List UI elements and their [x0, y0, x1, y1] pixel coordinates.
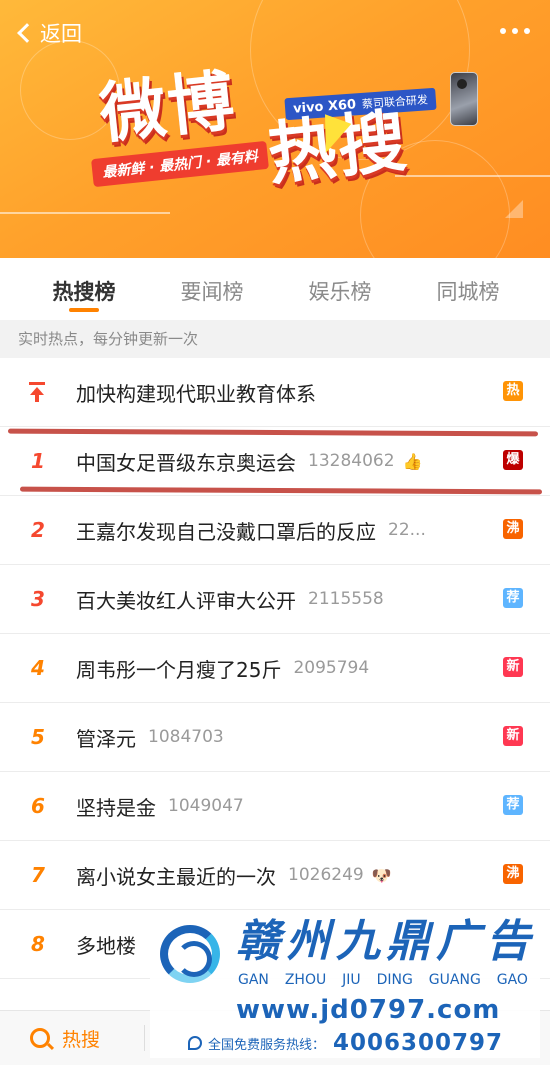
- badge-recommend: 荐: [503, 795, 523, 815]
- banner-title-weibo: 微博: [96, 62, 240, 153]
- decor-triangle: [505, 200, 523, 218]
- badge-new: 新: [503, 657, 523, 677]
- phone-image: [450, 72, 478, 126]
- hot-search-banner: 返回 vivo X60 蔡司联合研发 微博 热搜 最新鲜 · 最热门 · 最有料: [0, 0, 550, 258]
- thumbs-up-icon: 👍: [402, 451, 423, 471]
- search-icon: [30, 1028, 50, 1048]
- tab-news[interactable]: 要闻榜: [148, 258, 276, 320]
- item-title: 加快构建现代职业教育体系: [76, 381, 316, 406]
- watermark-logo: [160, 925, 220, 983]
- back-label: 返回: [40, 22, 82, 46]
- list-item[interactable]: 5 管泽元 1084703 新: [0, 703, 550, 772]
- pinyin-word: ZHOU: [284, 972, 327, 988]
- pinyin-word: GAN: [238, 972, 269, 988]
- item-count: 1084703: [148, 727, 224, 747]
- pinyin-word: DING: [376, 972, 413, 988]
- list-item[interactable]: 2 王嘉尔发现自己没戴口罩后的反应 22... 沸: [0, 496, 550, 565]
- item-rank: 7: [31, 863, 45, 887]
- list-item[interactable]: 3 百大美妆红人评审大公开 2115558 荐: [0, 565, 550, 634]
- doge-icon: 🐶: [371, 865, 392, 885]
- hotline-label: 全国免费服务热线：: [208, 1037, 326, 1053]
- item-title: 中国女足晋级东京奥运会: [76, 450, 296, 475]
- badge-boiling: 沸: [503, 519, 523, 539]
- hot-search-button[interactable]: 热搜: [30, 1025, 100, 1052]
- item-rank: 6: [31, 794, 45, 818]
- decor-line: [0, 212, 170, 214]
- item-rank: 2: [31, 518, 45, 542]
- back-button[interactable]: 返回: [14, 18, 82, 48]
- item-count: 22...: [388, 520, 426, 540]
- item-count: 2115558: [308, 589, 384, 609]
- badge-hot: 热: [503, 381, 523, 401]
- item-rank: 4: [31, 656, 45, 680]
- badge-explode: 爆: [503, 450, 523, 470]
- badge-new: 新: [503, 726, 523, 746]
- hotline-number: 4006300797: [333, 1030, 504, 1056]
- update-note: 实时热点，每分钟更新一次: [0, 320, 550, 358]
- divider: [144, 1025, 146, 1051]
- item-rank: 8: [31, 932, 45, 956]
- item-title: 王嘉尔发现自己没戴口罩后的反应: [76, 519, 376, 544]
- watermark-name: 赣州九鼎广告: [236, 916, 536, 967]
- pinyin-word: GUANG: [428, 972, 481, 988]
- item-rank: 5: [31, 725, 45, 749]
- item-count: 13284062: [308, 451, 395, 471]
- item-title: 百大美妆红人评审大公开: [76, 588, 296, 613]
- hot-search-list: 加快构建现代职业教育体系 热 1 中国女足晋级东京奥运会 13284062 👍 …: [0, 358, 550, 979]
- decor-line: [395, 175, 550, 177]
- item-rank: 3: [31, 587, 45, 611]
- watermark-url: www.jd0797.com: [236, 995, 501, 1025]
- item-count: 1049047: [168, 796, 244, 816]
- pinyin-word: GAO: [496, 972, 528, 988]
- item-count: 2095794: [293, 658, 370, 678]
- item-title: 管泽元: [76, 726, 136, 751]
- pin-top-icon: [28, 382, 46, 402]
- item-title: 坚持是金: [76, 795, 156, 820]
- badge-boiling: 沸: [503, 864, 523, 884]
- list-item[interactable]: 4 周韦彤一个月瘦了25斤 2095794 新: [0, 634, 550, 703]
- chevron-left-icon: [17, 23, 37, 43]
- list-item-pinned[interactable]: 加快构建现代职业教育体系 热: [0, 358, 550, 427]
- hot-search-label: 热搜: [62, 1028, 101, 1051]
- list-item[interactable]: 7 离小说女主最近的一次 1026249 🐶 沸: [0, 841, 550, 910]
- item-title: 多地楼: [76, 933, 136, 958]
- watermark-hotline: 全国免费服务热线： 4006300797: [188, 1030, 503, 1056]
- tab-entertainment[interactable]: 娱乐榜: [276, 258, 404, 320]
- phone-icon: [188, 1036, 202, 1050]
- item-title: 周韦彤一个月瘦了25斤: [76, 657, 282, 682]
- list-item[interactable]: 6 坚持是金 1049047 荐: [0, 772, 550, 841]
- tab-hot-search[interactable]: 热搜榜: [20, 258, 148, 320]
- item-title: 离小说女主最近的一次: [76, 864, 276, 889]
- item-rank: 1: [31, 449, 45, 473]
- tab-local[interactable]: 同城榜: [404, 258, 532, 320]
- badge-recommend: 荐: [503, 588, 523, 608]
- pinyin-word: JIU: [342, 972, 361, 988]
- more-dots-icon[interactable]: [500, 28, 530, 34]
- ranking-tabs: 热搜榜 要闻榜 娱乐榜 同城榜: [0, 258, 550, 320]
- item-count: 1026249: [288, 865, 364, 885]
- watermark-pinyin: GAN ZHOU JIU DING GUANG GAO: [238, 972, 528, 988]
- list-item[interactable]: 1 中国女足晋级东京奥运会 13284062 👍 爆: [0, 427, 550, 496]
